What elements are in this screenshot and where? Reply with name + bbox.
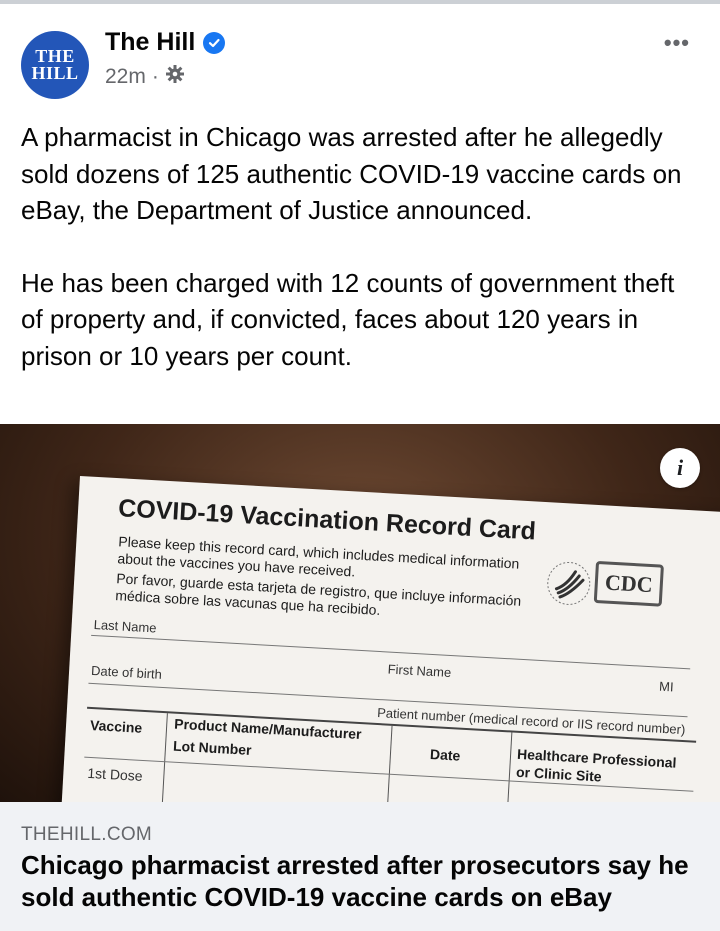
vaccine-header: Vaccine	[89, 716, 143, 736]
info-icon[interactable]: i	[660, 448, 700, 488]
avatar-line2: HILL	[31, 63, 79, 83]
lot-header: Lot Number	[172, 737, 252, 758]
link-preview[interactable]: THEHILL.COM Chicago pharmacist arrested …	[0, 802, 720, 931]
dob-label: Date of birth	[90, 662, 163, 682]
post-time[interactable]: 22m	[105, 65, 146, 89]
verified-badge-icon	[203, 31, 226, 54]
provider-header: Healthcare Professional or Clinic Site	[515, 745, 677, 785]
table-divider	[380, 725, 393, 802]
hhs-logo-icon	[547, 561, 591, 605]
link-domain: THEHILL.COM	[21, 824, 153, 845]
post-image[interactable]: COVID-19 Vaccination Record Card Please …	[0, 424, 720, 802]
table-divider	[155, 713, 168, 802]
link-headline[interactable]: Chicago pharmacist arrested after prosec…	[21, 849, 711, 913]
page-name[interactable]: The Hill	[105, 28, 195, 57]
mi-label: MI	[658, 678, 675, 695]
page-avatar[interactable]: THE HILL	[21, 31, 89, 99]
product-header: Product Name/Manufacturer	[173, 715, 362, 743]
post-text: A pharmacist in Chicago was arrested aft…	[21, 119, 701, 374]
post-header: THE HILL The Hill 22m · •••	[0, 4, 720, 104]
first-name-label: First Name	[387, 661, 452, 681]
vaccination-card: COVID-19 Vaccination Record Card Please …	[56, 476, 720, 802]
more-options-icon[interactable]: •••	[664, 30, 690, 56]
dose1-label: 1st Dose	[86, 764, 144, 784]
gear-globe-icon[interactable]	[165, 64, 185, 90]
post-paragraph-1: A pharmacist in Chicago was arrested aft…	[21, 122, 682, 225]
last-name-label: Last Name	[93, 617, 157, 636]
table-divider	[500, 732, 513, 802]
post-meta: 22m ·	[105, 64, 185, 90]
date-header: Date	[429, 745, 461, 764]
meta-separator: ·	[151, 65, 159, 88]
post-paragraph-2: He has been charged with 12 counts of go…	[21, 267, 675, 371]
page-name-row: The Hill	[105, 28, 226, 57]
cdc-logo: CDC	[593, 560, 664, 607]
